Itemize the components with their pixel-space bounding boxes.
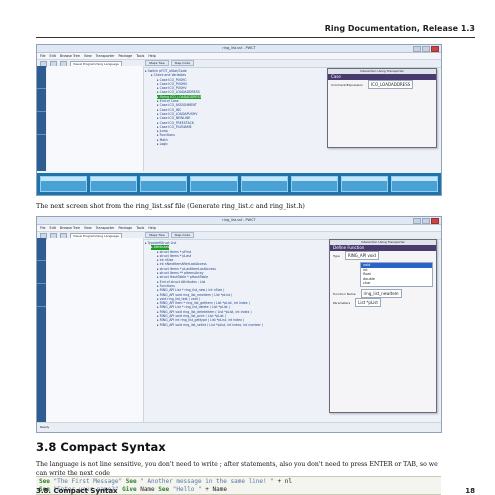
thumbnail[interactable] [140, 176, 188, 192]
steps-tabs: Steps Tree Step Code [145, 232, 437, 238]
side-tab[interactable] [37, 284, 46, 307]
window-titlebar: ring_list.ssf - PWCT [37, 217, 441, 225]
page-number: 18 [465, 487, 475, 495]
code-string: "Hello " [172, 486, 202, 493]
dialog-row: Parameters List *pList [330, 297, 436, 307]
side-tab[interactable] [37, 66, 46, 89]
menu-item[interactable]: Browse Tree [60, 53, 80, 59]
section-title-text: Compact Syntax [60, 440, 166, 454]
header-rule [36, 37, 475, 38]
type-label: Type [333, 254, 340, 258]
transporter-dialog: Interaction Using Transporter Case Comme… [327, 68, 437, 148]
tab[interactable]: Step Code [170, 232, 195, 238]
menu-item[interactable]: Tools [136, 53, 144, 59]
window-title: ring_list.ssf - PWCT [222, 218, 256, 222]
thumbnail[interactable] [40, 176, 88, 192]
maximize-icon[interactable] [422, 218, 430, 224]
field-label: Comment/Expression [331, 83, 363, 87]
close-icon[interactable] [431, 218, 439, 224]
left-pane [47, 66, 144, 171]
side-tab[interactable] [37, 112, 46, 135]
close-icon[interactable] [431, 46, 439, 52]
expression-field[interactable]: ICO_LOADADDRESS [367, 80, 414, 89]
menu-bar: File Edit Browse Tree View Transporter Packag… [37, 225, 441, 232]
menu-item[interactable]: Transporter [96, 225, 115, 231]
minimize-icon[interactable] [413, 46, 421, 52]
window-title: ring_list.ssf - PWCT [222, 46, 256, 50]
footer-section: 3.8. Compact Syntax [36, 487, 118, 495]
tab[interactable]: Steps Tree [145, 232, 169, 238]
menu-item[interactable]: Edit [50, 53, 56, 59]
steps-tabs: Steps Tree Step Code [145, 60, 437, 66]
side-tab[interactable] [37, 238, 46, 261]
code-text: + nl [277, 478, 292, 485]
tab[interactable]: Steps Tree [145, 60, 169, 66]
menu-item[interactable]: Transporter [96, 53, 115, 59]
steps-tree: ▸ TypedefStruct List ▸ Attributes ▸ struct… [145, 241, 263, 327]
menu-item[interactable]: Help [148, 53, 156, 59]
params-label: Parameters [333, 300, 351, 305]
code-string: "The First Message" [53, 478, 123, 485]
menu-item[interactable]: Help [148, 225, 156, 231]
parameters-field[interactable]: List *pList [355, 297, 381, 307]
running-header: Ring Documentation, Release 1.3 [324, 24, 475, 33]
side-tabs [37, 66, 46, 171]
side-tabs [37, 238, 46, 422]
function-name-field[interactable]: ring_list_newitem [360, 288, 402, 298]
code-keyword: See [39, 478, 50, 485]
status-bar: Ready [37, 422, 441, 432]
menu-item[interactable]: Tools [136, 225, 144, 231]
code-keyword: See [158, 486, 170, 493]
left-pane [47, 238, 144, 422]
window-titlebar: ring_list.ssf - PWCT [37, 45, 441, 53]
section-title: 3.8 Compact Syntax [36, 440, 166, 454]
steps-tree: ▸ Switch pFOT_oStat/Code ▸ Check and Vari… [145, 69, 202, 146]
menu-item[interactable]: File [40, 225, 46, 231]
menu-item[interactable]: Edit [50, 225, 56, 231]
thumbnail[interactable] [190, 176, 238, 192]
type-option[interactable]: char [361, 281, 432, 286]
code-keyword: See [125, 478, 137, 485]
type-field[interactable]: RING_API void [344, 251, 379, 260]
dialog-row: Comment/Expression ICO_LOADADDRESS [328, 80, 436, 89]
figure-caption: The next screen shot from the ring_list.… [36, 202, 305, 210]
tree-node[interactable]: ▸ Logic [145, 142, 201, 146]
status-text: Ready [40, 425, 50, 429]
tree-node[interactable]: ▸ RING_API void ring_list_setint ( List … [145, 323, 263, 327]
name-label: Function Name [333, 291, 356, 296]
screenshot-ring-list-functions: ring_list.ssf - PWCT File Edit Browse Tree… [36, 216, 442, 433]
code-keyword: Give [122, 486, 137, 493]
menu-item[interactable]: View [84, 53, 92, 59]
code-string: " Another message in the same line! " [140, 478, 274, 485]
code-line-1: See "The First Message" See " Another me… [39, 478, 438, 486]
dialog-row: Type RING_API void [330, 251, 436, 260]
dialog-row: Function Name ring_list_newitem [330, 288, 436, 298]
thumbnail[interactable] [290, 176, 338, 192]
window-thumbnails [37, 173, 441, 195]
thumbnail[interactable] [90, 176, 138, 192]
section-number: 3.8 [36, 440, 57, 454]
thumbnail[interactable] [340, 176, 388, 192]
menu-item[interactable]: Browse Tree [60, 225, 80, 231]
code-text: + Name [205, 486, 227, 493]
code-text: Name [140, 486, 155, 493]
menu-item[interactable]: Package [119, 53, 133, 59]
side-tab[interactable] [37, 89, 46, 112]
thumbnail[interactable] [390, 176, 438, 192]
side-tab[interactable] [37, 261, 46, 284]
define-function-dialog: Interaction Using Transporter Define Fun… [329, 239, 437, 413]
minimize-icon[interactable] [413, 218, 421, 224]
menu-item[interactable]: Package [119, 225, 133, 231]
menu-item[interactable]: File [40, 53, 46, 59]
menu-bar: File Edit Browse Tree View Transporter Packag… [37, 53, 441, 60]
menu-item[interactable]: View [84, 225, 92, 231]
tab[interactable]: Step Code [170, 60, 195, 66]
thumbnail[interactable] [240, 176, 288, 192]
type-options[interactable]: void int float double char [360, 262, 433, 287]
screenshot-ring-list-case: ring_list.ssf - PWCT File Edit Browse Tree… [36, 44, 442, 196]
maximize-icon[interactable] [422, 46, 430, 52]
